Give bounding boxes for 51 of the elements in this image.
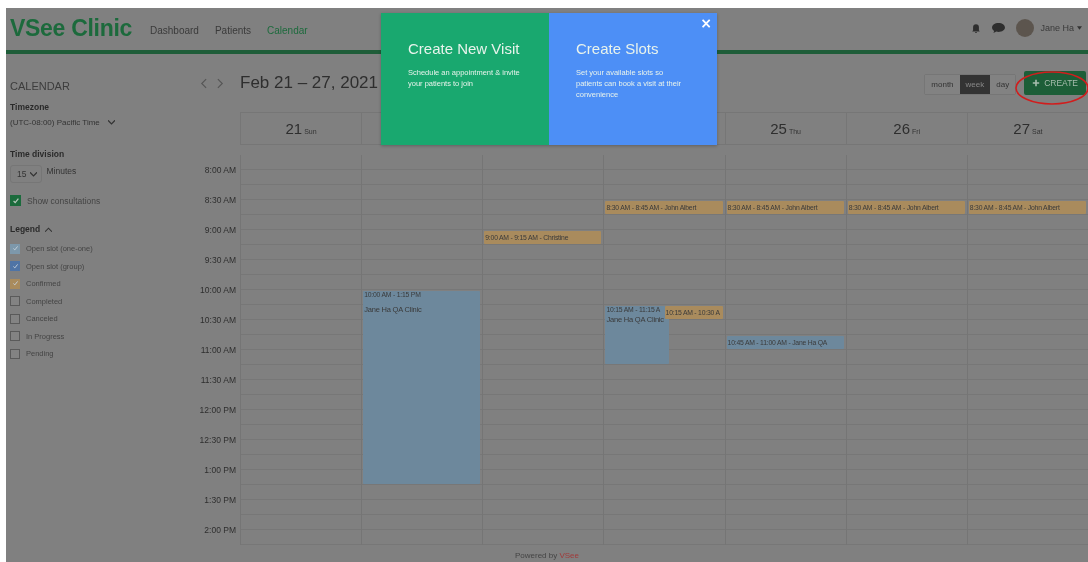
close-button[interactable]: × bbox=[697, 16, 715, 30]
time-label: 9:00 AM bbox=[203, 225, 237, 235]
checkmark-icon bbox=[11, 196, 20, 205]
legend-checkbox[interactable] bbox=[10, 313, 20, 324]
legend-checkbox[interactable] bbox=[10, 296, 20, 307]
time-label: 10:30 AM bbox=[199, 315, 237, 325]
legend-checkbox[interactable] bbox=[10, 243, 20, 254]
chevron-right-icon[interactable] bbox=[217, 77, 224, 89]
caret-icon[interactable] bbox=[1077, 26, 1082, 30]
date-range-title: Feb 21 – 27, 2021 bbox=[240, 73, 378, 93]
checkmark-icon bbox=[11, 245, 19, 253]
consultations-checkbox[interactable] bbox=[10, 195, 21, 206]
chat-bubble-icon[interactable] bbox=[991, 22, 1007, 34]
timezone-dropdown[interactable]: (UTC-08:00) Pacific Time bbox=[10, 118, 115, 127]
nav-link[interactable]: Patients bbox=[214, 24, 252, 36]
view-toggle-button[interactable]: week bbox=[959, 74, 991, 94]
collapse-caret-icon[interactable] bbox=[45, 226, 53, 232]
time-label: 8:00 AM bbox=[203, 165, 237, 175]
option-title: Create New Visit bbox=[408, 41, 521, 57]
legend-checkbox[interactable] bbox=[10, 348, 20, 359]
create-button[interactable]: CREATE bbox=[1024, 71, 1086, 95]
bell-icon[interactable] bbox=[971, 22, 982, 34]
sidebar-title: CALENDAR bbox=[10, 80, 71, 92]
time-label: 8:30 AM bbox=[203, 195, 237, 205]
option-title: Create Slots bbox=[576, 41, 660, 57]
legend-checkbox[interactable] bbox=[10, 261, 20, 272]
avatar[interactable] bbox=[1016, 19, 1035, 37]
nav-link[interactable]: Dashboard bbox=[150, 24, 199, 36]
legend-checkbox[interactable] bbox=[10, 331, 20, 342]
time-label: 2:00 PM bbox=[203, 525, 237, 535]
checkmark-icon bbox=[11, 262, 19, 270]
division-select[interactable]: 15 bbox=[10, 165, 43, 183]
checkmark-icon bbox=[11, 280, 19, 288]
time-label: 12:00 PM bbox=[198, 405, 237, 415]
time-label: 12:30 PM bbox=[198, 435, 237, 445]
minutes-label: Minutes bbox=[46, 166, 77, 176]
time-label: 1:30 PM bbox=[203, 495, 237, 505]
caret-icon bbox=[30, 171, 38, 177]
time-label: 9:30 AM bbox=[203, 255, 237, 265]
legend-checkbox[interactable] bbox=[10, 278, 20, 289]
time-label: 11:00 AM bbox=[199, 345, 237, 355]
time-label: 11:30 AM bbox=[199, 375, 237, 385]
chevron-left-icon[interactable] bbox=[200, 77, 207, 89]
caret-icon bbox=[107, 120, 115, 125]
time-division-label: Time division bbox=[10, 149, 66, 159]
legend-title[interactable]: Legend bbox=[10, 224, 41, 234]
plus-icon bbox=[1032, 79, 1041, 87]
user-name[interactable]: Jane Ha bbox=[1040, 23, 1074, 33]
time-label: 1:00 PM bbox=[203, 465, 237, 475]
timezone-label: Timezone bbox=[10, 102, 51, 112]
time-label: 10:00 AM bbox=[199, 285, 237, 295]
